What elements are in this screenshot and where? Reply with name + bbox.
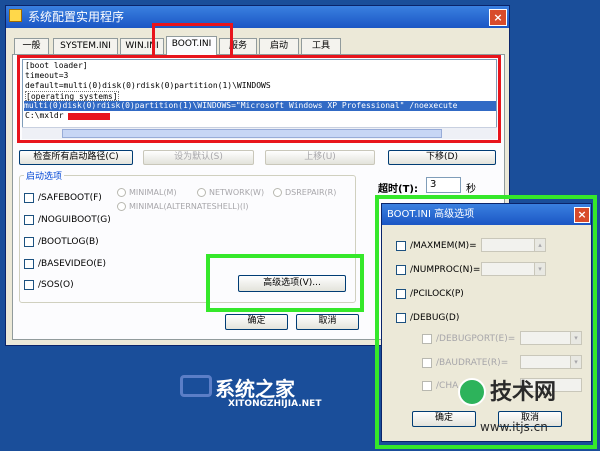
network-label: NETWORK(W)	[209, 188, 265, 197]
bootlog-checkbox[interactable]	[24, 237, 34, 247]
timeout-input[interactable]: 3	[426, 177, 461, 193]
set-default-button[interactable]: 设为默认(S)	[143, 150, 254, 165]
tab-startup[interactable]: 启动	[259, 38, 299, 54]
basevideo-checkbox[interactable]	[24, 259, 34, 269]
tab-general[interactable]: 一般	[14, 38, 49, 54]
window-titlebar[interactable]: 系统配置实用程序	[6, 6, 509, 28]
alternate-shell-label: MINIMAL(ALTERNATESHELL)(I)	[129, 202, 249, 211]
sos-checkbox[interactable]	[24, 280, 34, 290]
tab-tools[interactable]: 工具	[301, 38, 341, 54]
alternate-shell-radio[interactable]	[117, 202, 126, 211]
window-title: 系统配置实用程序	[28, 10, 125, 24]
watermark-right-cn: 技术网	[490, 380, 557, 405]
dsrepair-radio[interactable]	[273, 188, 282, 197]
watermark-left-cn: 系统之家	[215, 377, 295, 401]
watermark-left-url: XITONGZHIJIA.NET	[228, 399, 322, 409]
timeout-unit: 秒	[466, 184, 476, 195]
minimal-label: MINIMAL(M)	[129, 188, 177, 197]
highlight-boot-text	[17, 55, 501, 143]
move-down-button[interactable]: 下移(D)	[388, 150, 496, 165]
dsrepair-label: DSREPAIR(R)	[285, 188, 337, 197]
tab-system-ini[interactable]: SYSTEM.INI	[53, 38, 118, 54]
safeboot-checkbox[interactable]	[24, 193, 34, 203]
noguiboot-label: /NOGUIBOOT(G)	[38, 215, 111, 225]
boot-options-label: 启动选项	[24, 169, 65, 182]
minimal-radio[interactable]	[117, 188, 126, 197]
cancel-button[interactable]: 取消	[296, 314, 359, 330]
app-icon	[9, 9, 22, 22]
timeout-label: 超时(T):	[378, 184, 418, 195]
move-up-button[interactable]: 上移(U)	[265, 150, 375, 165]
highlight-advanced-button	[206, 254, 364, 312]
house-logo-icon	[180, 375, 212, 397]
ok-button[interactable]: 确定	[225, 314, 288, 330]
window-close-button[interactable]: ×	[489, 9, 507, 26]
safeboot-label: /SAFEBOOT(F)	[38, 193, 102, 203]
highlight-boot-ini-tab	[152, 23, 233, 58]
itjs-logo-icon	[458, 378, 486, 406]
check-all-paths-button[interactable]: 检查所有启动路径(C)	[19, 150, 133, 165]
watermark-right-url: www.itjs.cn	[480, 420, 548, 434]
network-radio[interactable]	[197, 188, 206, 197]
basevideo-label: /BASEVIDEO(E)	[38, 259, 106, 269]
sos-label: /SOS(O)	[38, 280, 74, 290]
noguiboot-checkbox[interactable]	[24, 215, 34, 225]
bootlog-label: /BOOTLOG(B)	[38, 237, 99, 247]
highlight-advanced-dialog	[375, 195, 597, 449]
